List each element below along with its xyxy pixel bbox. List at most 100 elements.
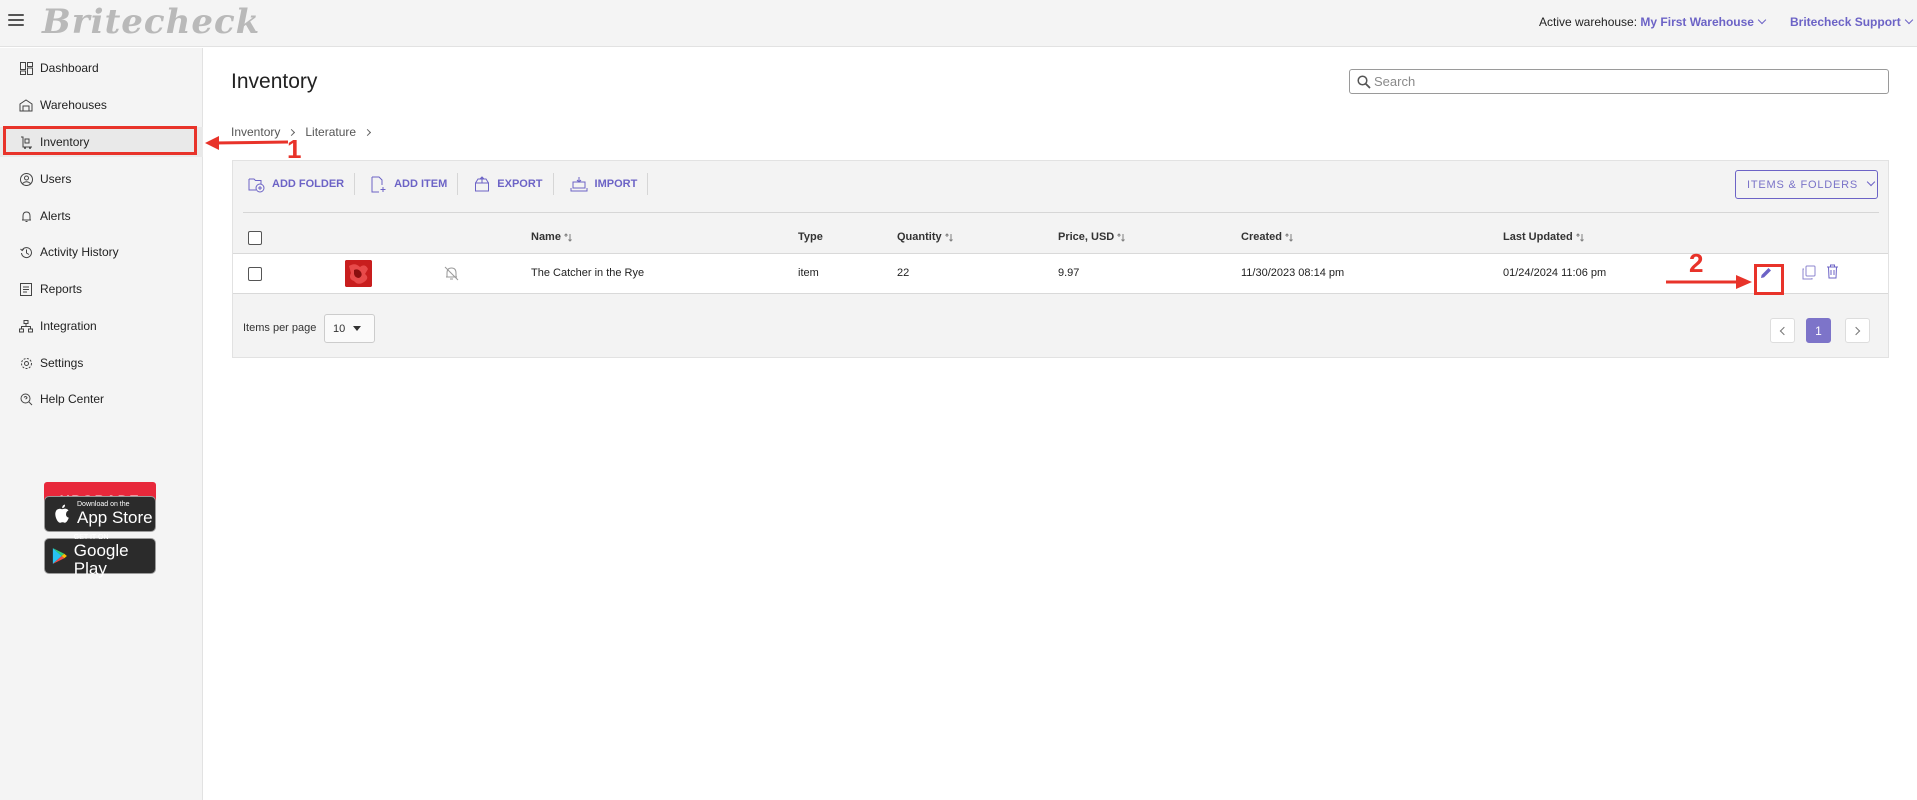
account-label: Britecheck Support [1790,15,1901,29]
sidebar-item-activity-history[interactable]: Activity History [0,237,203,267]
view-filter-label: ITEMS & FOLDERS [1747,178,1859,191]
sort-icon [1117,232,1126,242]
chevron-down-icon [1866,177,1876,186]
app-store-big-text: App Store [77,508,153,527]
item-thumbnail[interactable] [345,260,372,287]
add-item-label: ADD ITEM [394,178,448,190]
column-header-quantity[interactable]: Quantity [897,231,954,243]
export-button[interactable]: EXPORT [458,173,554,195]
users-icon [19,172,33,186]
copy-icon [1802,265,1816,280]
column-header-created[interactable]: Created [1241,231,1294,243]
next-page-button[interactable] [1845,318,1870,343]
item-price: 9.97 [1058,267,1080,279]
item-created: 11/30/2023 08:14 pm [1241,267,1345,279]
help-icon [19,392,33,406]
sidebar-item-integration[interactable]: Integration [0,311,203,341]
google-play-icon [52,548,67,564]
add-folder-button[interactable]: ADD FOLDER [233,173,356,195]
sidebar-item-label: Settings [40,356,84,370]
table-row[interactable]: The Catcher in the Rye item 22 9.97 11/3… [233,253,1888,294]
sidebar-item-label: Activity History [40,245,119,259]
column-label: Last Updated [1503,231,1573,243]
item-type: item [798,267,819,279]
add-folder-icon [248,178,265,192]
column-header-type: Type [798,231,823,243]
annotation-arrow-2 [1666,275,1752,289]
sidebar-item-users[interactable]: Users [0,164,203,194]
select-all-checkbox-cell [248,231,262,245]
active-warehouse: Active warehouse: My First Warehouse [1539,15,1767,29]
chevron-right-icon [288,128,296,136]
sidebar-item-label: Dashboard [40,61,99,75]
warehouse-icon [19,98,33,112]
search-input[interactable] [1374,74,1874,89]
sort-icon [944,232,953,242]
view-filter-dropdown[interactable]: ITEMS & FOLDERS [1735,170,1878,199]
integration-icon [19,319,33,333]
bell-icon [19,209,33,223]
dashboard-icon [19,61,33,75]
breadcrumb-literature[interactable]: Literature [305,125,356,139]
column-header-last-updated[interactable]: Last Updated [1503,231,1585,243]
active-warehouse-label: Active warehouse: [1539,15,1638,29]
pagination-bar: Items per page 10 1 [233,306,1888,346]
search-icon [1357,75,1371,89]
add-item-icon [371,176,386,192]
apple-icon [55,504,69,523]
sidebar-item-reports[interactable]: Reports [0,274,203,304]
sidebar-item-label: Integration [40,319,97,333]
delete-button[interactable] [1826,264,1839,282]
items-per-page-select[interactable]: 10 [324,314,375,343]
inventory-table: Name Type Quantity Price, USD Created La… [233,223,1888,294]
reports-icon [19,282,33,296]
hamburger-menu-icon[interactable] [8,14,24,30]
toolbar: ADD FOLDER ADD ITEM EXPORT IMPORT [233,169,649,199]
import-label: IMPORT [594,178,638,190]
app-logo: Britecheck [42,2,261,42]
google-play-badge[interactable]: GET IT ON Google Play [44,534,156,578]
page-button-1[interactable]: 1 [1806,318,1831,343]
select-all-checkbox[interactable] [248,231,262,245]
add-item-button[interactable]: ADD ITEM [355,173,459,195]
column-label: Price, USD [1058,231,1115,243]
item-name[interactable]: The Catcher in the Rye [531,267,644,279]
history-icon [19,245,33,259]
active-warehouse-dropdown[interactable]: My First Warehouse [1640,15,1767,29]
items-per-page-label: Items per page [243,322,317,334]
account-menu[interactable]: Britecheck Support [1790,15,1913,29]
column-label: Name [531,231,561,243]
chevron-left-icon [1779,326,1789,335]
sidebar-item-label: Help Center [40,392,105,406]
divider [243,212,1879,213]
sidebar-item-dashboard[interactable]: Dashboard [0,53,203,83]
sort-icon [1575,232,1584,242]
export-label: EXPORT [497,178,543,190]
column-header-price[interactable]: Price, USD [1058,231,1126,243]
sidebar-item-label: Reports [40,282,83,296]
chevron-down-icon [1757,15,1767,25]
column-label: Type [798,231,823,243]
column-header-name[interactable]: Name [531,231,573,243]
row-checkbox[interactable] [248,267,262,281]
alert-off-icon[interactable] [443,265,460,285]
chevron-right-icon [364,128,372,136]
sidebar-item-settings[interactable]: Settings [0,348,203,378]
prev-page-button[interactable] [1770,318,1795,343]
search-box[interactable] [1349,69,1889,94]
item-quantity: 22 [897,267,910,279]
sidebar-item-label: Alerts [40,209,71,223]
google-play-big-text: Google Play [73,541,129,578]
app-store-badge[interactable]: Download on the App Store [44,496,156,532]
breadcrumb-inventory[interactable]: Inventory [231,125,280,139]
active-warehouse-value: My First Warehouse [1640,15,1754,29]
caret-down-icon [353,326,362,331]
sidebar-item-label: Users [40,172,72,186]
import-button[interactable]: IMPORT [554,173,649,195]
sidebar-item-help-center[interactable]: Help Center [0,384,203,414]
breadcrumb: Inventory Literature [231,125,381,139]
add-folder-label: ADD FOLDER [272,178,345,190]
sidebar-item-warehouses[interactable]: Warehouses [0,90,203,120]
duplicate-button[interactable] [1802,265,1816,283]
sidebar-item-alerts[interactable]: Alerts [0,201,203,231]
